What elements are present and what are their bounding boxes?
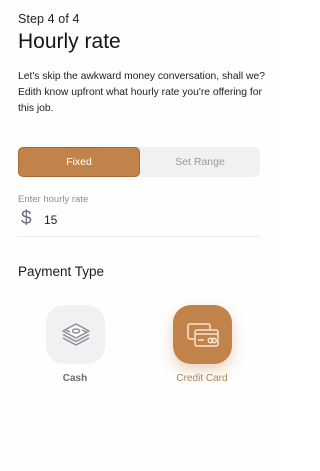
credit-card-option-button[interactable] bbox=[173, 305, 232, 364]
credit-card-label: Credit Card bbox=[176, 373, 228, 384]
cash-stack-icon bbox=[61, 322, 90, 346]
credit-card-icon bbox=[186, 322, 219, 347]
rate-type-toggle: Fixed Set Range bbox=[18, 147, 260, 177]
dollar-icon: $ bbox=[21, 208, 32, 229]
page-title: Hourly rate bbox=[18, 30, 121, 53]
fixed-rate-tab[interactable]: Fixed bbox=[18, 147, 140, 177]
hourly-rate-label: Enter hourly rate bbox=[18, 194, 89, 205]
hourly-rate-screen: Step 4 of 4 Hourly rate Let's skip the a… bbox=[0, 0, 278, 471]
cash-option-button[interactable] bbox=[46, 305, 105, 364]
step-indicator: Step 4 of 4 bbox=[18, 12, 80, 26]
payment-type-heading: Payment Type bbox=[18, 264, 105, 279]
input-underline bbox=[18, 236, 260, 237]
cash-label: Cash bbox=[62, 373, 88, 384]
set-range-tab[interactable]: Set Range bbox=[140, 147, 260, 177]
page-description: Let's skip the awkward money conversatio… bbox=[18, 71, 265, 114]
hourly-rate-input[interactable] bbox=[44, 210, 260, 230]
